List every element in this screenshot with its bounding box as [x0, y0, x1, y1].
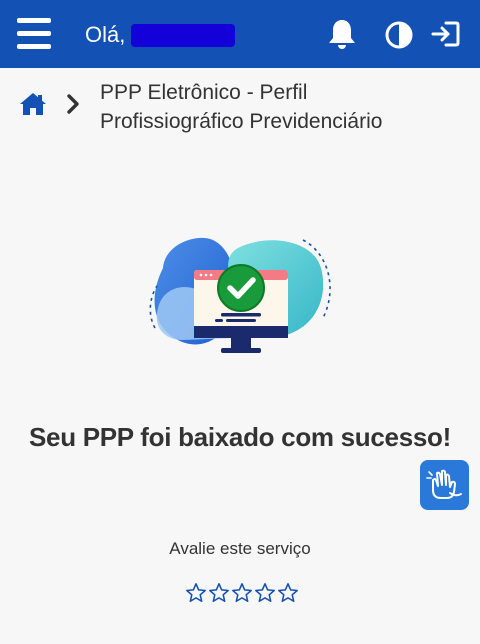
top-bar: Olá,	[0, 0, 480, 68]
star-3-icon[interactable]	[231, 582, 253, 604]
menu-icon-bar	[17, 44, 51, 49]
star-5-icon[interactable]	[277, 582, 299, 604]
redacted-username	[131, 24, 235, 47]
contrast-icon[interactable]	[384, 20, 414, 50]
sign-language-icon	[426, 469, 462, 499]
menu-button[interactable]	[17, 18, 51, 50]
star-rating	[185, 582, 299, 604]
star-4-icon[interactable]	[254, 582, 276, 604]
rating-label: Avalie este serviço	[169, 539, 311, 558]
breadcrumb-title-line-2: Profissiográfico Previdenciário	[100, 110, 383, 133]
menu-icon-bar	[17, 18, 51, 23]
computer-success-illustration	[149, 237, 331, 353]
star-2-icon[interactable]	[208, 582, 230, 604]
breadcrumb-title-line-1: PPP Eletrônico - Perfil	[100, 81, 308, 104]
bell-icon[interactable]	[327, 18, 357, 50]
sign-language-button[interactable]	[420, 460, 469, 510]
logout-icon[interactable]	[430, 20, 460, 48]
breadcrumb-current-page: PPP Eletrônico - Perfil Profissiográfico…	[100, 78, 460, 136]
greeting-text: Olá,	[85, 22, 126, 47]
menu-icon-bar	[17, 31, 51, 36]
success-message: Seu PPP foi baixado com sucesso!	[29, 422, 451, 452]
home-icon[interactable]	[19, 92, 47, 116]
star-1-icon[interactable]	[185, 582, 207, 604]
chevron-right-icon	[67, 94, 79, 114]
